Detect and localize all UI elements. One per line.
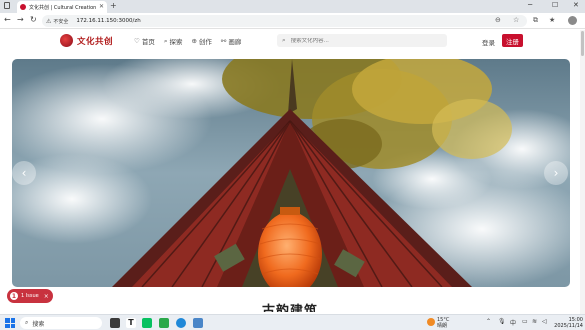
logo-mark-icon (60, 34, 73, 47)
register-button[interactable]: 注册 (502, 34, 523, 47)
nav-item-gallery[interactable]: ⚯ 画廊 (221, 36, 241, 46)
taskbar-search-label: 搜索 (32, 320, 45, 328)
reload-icon[interactable]: ↻ (30, 15, 37, 24)
nav-label: 探索 (169, 38, 183, 46)
site-search-box[interactable]: ⌕ (277, 34, 447, 47)
search-input[interactable] (290, 37, 431, 44)
hero-carousel: ‹ › (12, 59, 570, 287)
terminal-icon[interactable] (159, 318, 169, 328)
display-icon[interactable]: ▭ (522, 318, 528, 325)
tab-title: 文化共创 | Cultural Creation (29, 4, 97, 11)
issue-label: 1 Issue (21, 293, 39, 299)
weather-desc: 晴朗 (437, 323, 448, 329)
extensions-icon[interactable]: ⧉ (533, 16, 538, 25)
scrollbar-thumb[interactable] (581, 31, 584, 56)
weather-icon[interactable] (427, 318, 435, 326)
main-nav: ♡ 首页 ⌕ 探索 ⊕ 创作 ⚯ 画廊 (134, 36, 250, 47)
forward-icon[interactable]: → (17, 15, 24, 24)
omnibox[interactable]: ⚠ 不安全 172.16.11.150:3000/zh ☆ ⊖ (42, 15, 527, 27)
edge-icon[interactable] (176, 318, 186, 328)
carousel-prev-button[interactable]: ‹ (12, 161, 36, 185)
nav-item-home[interactable]: ♡ 首页 (134, 36, 155, 46)
minimize-icon[interactable]: ─ (528, 1, 532, 9)
maximize-icon[interactable]: ☐ (552, 1, 558, 9)
files-icon[interactable] (193, 318, 203, 328)
page-info-icon[interactable]: ⊖ (495, 16, 501, 24)
hero-image (12, 59, 570, 287)
issue-close-icon[interactable]: × (44, 293, 49, 300)
wechat-icon[interactable] (142, 318, 152, 328)
taskbar-search[interactable]: ⌕ 搜索 (20, 317, 102, 329)
not-secure-label: 不安全 (53, 18, 69, 25)
new-tab-button[interactable]: + (110, 1, 117, 10)
url-text[interactable]: 172.16.11.150:3000/zh (76, 18, 140, 24)
input-method-label[interactable]: 中 (510, 318, 516, 327)
issue-badge[interactable]: 1 1 Issue × (7, 289, 53, 303)
nav-label: 创作 (198, 38, 212, 46)
star-icon[interactable]: ☆ (513, 16, 519, 24)
nav-label: 画廊 (228, 38, 242, 46)
login-button[interactable]: 登录 (479, 35, 498, 49)
nav-item-explore[interactable]: ⌕ 探索 (163, 36, 183, 47)
link-icon: ⚯ (220, 37, 227, 45)
close-window-icon[interactable]: ✕ (573, 1, 579, 9)
back-icon[interactable]: ← (4, 15, 11, 24)
browser-tab-bar: 文化共创 | Cultural Creation ✕ + ─ ☐ ✕ (0, 0, 585, 13)
heart-icon: ♡ (134, 37, 140, 45)
plus-circle-icon: ⊕ (191, 37, 197, 45)
nav-item-create[interactable]: ⊕ 创作 (191, 36, 211, 46)
search-icon: ⌕ (163, 36, 168, 45)
profile-avatar[interactable] (568, 16, 577, 25)
wifi-icon[interactable]: ≋ (532, 318, 537, 325)
section-title: 古韵建筑 (262, 304, 319, 312)
warning-icon[interactable]: ⚠ (46, 18, 51, 25)
logo-text: 文化共创 (77, 36, 114, 47)
chevron-up-icon[interactable]: ⌃ (486, 318, 491, 325)
microphone-icon[interactable]: 🎙 (498, 318, 506, 325)
page-scrollbar[interactable] (580, 30, 585, 314)
favorites-icon[interactable]: ★ (549, 16, 555, 24)
typora-icon[interactable]: T (126, 318, 136, 328)
address-bar-row: ← → ↻ ⚠ 不安全 172.16.11.150:3000/zh ☆ ⊖ ⧉ … (0, 13, 585, 29)
site-header: 文化共创 ♡ 首页 ⌕ 探索 ⊕ 创作 ⚯ 画廊 ⌕ 登录 注册 (0, 30, 585, 54)
task-view-icon[interactable] (110, 318, 120, 328)
carousel-next-button[interactable]: › (544, 161, 568, 185)
clock[interactable]: 15:00 2025/11/14 (553, 317, 583, 329)
volume-icon[interactable]: ◁ (542, 318, 547, 325)
issue-count: 1 (10, 292, 18, 300)
browser-tab[interactable]: 文化共创 | Cultural Creation ✕ (17, 1, 107, 13)
sidebar-toggle-icon[interactable] (4, 2, 10, 9)
weather-widget[interactable]: 15°C 晴朗 (437, 317, 449, 329)
search-icon: ⌕ (282, 36, 286, 44)
tab-close-icon[interactable]: ✕ (99, 3, 104, 10)
taskbar: ⌕ 搜索 T 15°C 晴朗 ⌃ 🎙 中 ▭ ≋ ◁ 15:00 2025/11… (0, 314, 585, 330)
nav-label: 首页 (141, 38, 155, 46)
start-button[interactable] (5, 318, 15, 328)
search-icon: ⌕ (25, 319, 29, 326)
clock-date: 2025/11/14 (554, 323, 583, 329)
site-logo[interactable]: 文化共创 (60, 34, 113, 47)
tab-favicon-icon (20, 4, 26, 10)
